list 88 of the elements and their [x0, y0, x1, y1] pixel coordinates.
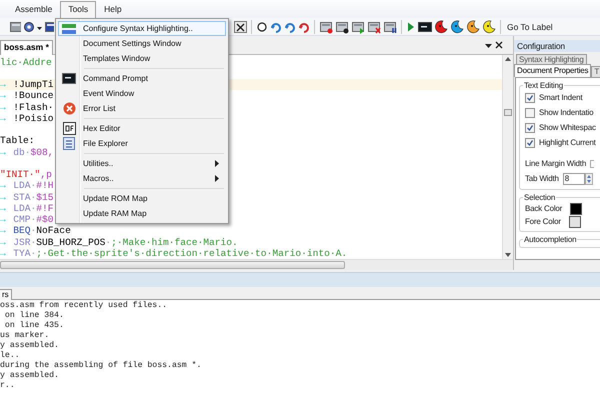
- menu-item[interactable]: Command Prompt: [58, 71, 226, 86]
- code-line: → CMP·#$0: [0, 214, 54, 225]
- submenu-arrow-icon: [215, 160, 219, 167]
- output-line: y assembled.: [0, 371, 59, 380]
- menu-item[interactable]: File Explorer: [58, 136, 226, 151]
- tab[interactable]: Document Properties: [514, 64, 592, 77]
- output-line: on line 384.: [4, 311, 64, 320]
- group-title: Selection: [523, 193, 556, 202]
- color-swatch[interactable]: [570, 202, 582, 214]
- circle-icon[interactable]: [256, 20, 268, 34]
- input-field[interactable]: [590, 160, 594, 168]
- window-icon[interactable]: [44, 20, 54, 34]
- output-line: le..: [0, 351, 20, 360]
- field-label: Line Margin Width: [525, 159, 586, 168]
- close-icon[interactable]: [234, 20, 247, 34]
- menu-item[interactable]: Document Settings Window: [58, 36, 226, 51]
- code-line: → TYA·;·Get·the·sprite's·direction·relative·to·Mario·into·A.: [0, 248, 348, 259]
- field-label: Tab Width: [525, 174, 559, 183]
- checkbox[interactable]: [525, 92, 535, 102]
- go-to-label-button[interactable]: Go To Label: [505, 22, 555, 32]
- crescent-icon[interactable]: [450, 20, 464, 34]
- field-label: Back Color: [525, 204, 562, 213]
- window-icon[interactable]: [335, 20, 349, 34]
- code-line: → STA·$15: [0, 192, 54, 202]
- group-title: Text Editing: [523, 81, 564, 90]
- play-icon[interactable]: [406, 20, 416, 34]
- tab[interactable]: T: [591, 66, 600, 77]
- group-title: Autocompletion: [523, 235, 578, 244]
- output-line: oss.asm from recently used files..: [0, 301, 168, 310]
- console-icon: [62, 73, 76, 84]
- menu-item[interactable]: Assemble: [7, 1, 60, 18]
- code-line: → !JumpTi: [0, 79, 54, 90]
- code-line: "INIT·",p: [0, 169, 52, 180]
- submenu-arrow-icon: [215, 175, 219, 182]
- syntax-icon: [61, 22, 77, 34]
- crescent-icon[interactable]: [482, 20, 496, 34]
- crescent-icon[interactable]: [434, 20, 448, 34]
- code-line: → !Bounce: [0, 90, 54, 102]
- menu-item[interactable]: Tools: [60, 1, 96, 18]
- checkbox-label: Show Whitespac: [539, 123, 596, 132]
- close-icon[interactable]: [495, 40, 503, 50]
- checkbox[interactable]: [525, 108, 535, 118]
- color-swatch[interactable]: [568, 216, 581, 228]
- checkbox-label: Show Indentatio: [539, 108, 594, 117]
- code-line: → !Flash·: [0, 102, 54, 112]
- menu-item[interactable]: Templates Window: [58, 51, 226, 66]
- code-line: → LDA·#!H: [0, 180, 54, 192]
- code-line: → LDA·#!F: [0, 202, 54, 214]
- menu-item[interactable]: Utilities..: [58, 156, 226, 171]
- code-line: → JSR·SUB_HORZ_POS·;·Make·him·face·Mario.: [0, 236, 238, 248]
- window-icon[interactable]: [383, 20, 397, 34]
- panel-title: Configuration: [514, 40, 600, 52]
- output-line: r..: [0, 381, 15, 390]
- crescent-icon[interactable]: [466, 20, 480, 34]
- menu-item[interactable]: Event Window: [58, 86, 226, 101]
- output-line: on line 435.: [4, 321, 64, 330]
- hex-editor-icon: [62, 122, 76, 135]
- code-line: lic·Addre: [0, 56, 52, 68]
- checkbox[interactable]: [525, 122, 535, 132]
- menu-item[interactable]: Macros..: [58, 171, 226, 186]
- output-line: us marker.: [0, 331, 50, 340]
- menu-item[interactable]: Hex Editor: [58, 121, 226, 136]
- file-tab[interactable]: boss.asm *: [0, 40, 53, 55]
- output-tab[interactable]: rs: [0, 289, 12, 300]
- code-line: → BEQ·NoFace: [0, 225, 71, 236]
- code-line: → db·$08,: [0, 146, 54, 158]
- field-label: Fore Color: [525, 217, 561, 226]
- output-line: y assembled.: [0, 341, 59, 350]
- checkbox[interactable]: [525, 138, 535, 148]
- number-field[interactable]: 8: [562, 172, 585, 184]
- menu-item[interactable]: Help: [96, 1, 130, 18]
- menu-item[interactable]: Update ROM Map: [58, 191, 226, 206]
- menu-item[interactable]: Configure Syntax Highlighting..: [58, 21, 226, 36]
- scroll-thumb[interactable]: [504, 109, 512, 116]
- checkbox-label: Highlight Current: [539, 138, 596, 147]
- spinner-icon[interactable]: [584, 172, 593, 184]
- list-icon: [63, 137, 75, 150]
- output-line: during the assembling of file boss.asm *.: [0, 361, 202, 370]
- checkbox-label: Smart Indent: [539, 93, 582, 102]
- menu-item[interactable]: Update RAM Map: [58, 206, 226, 221]
- console-icon[interactable]: [418, 20, 432, 34]
- menu-item[interactable]: Error List: [58, 101, 226, 116]
- scroll-thumb[interactable]: [0, 261, 345, 269]
- error-icon: [62, 102, 76, 115]
- code-line: Table:: [0, 135, 35, 146]
- scroll-up-icon[interactable]: [504, 55, 512, 63]
- code-line: → !Poisio: [0, 112, 54, 124]
- tab[interactable]: Syntax Highlighting: [516, 54, 587, 65]
